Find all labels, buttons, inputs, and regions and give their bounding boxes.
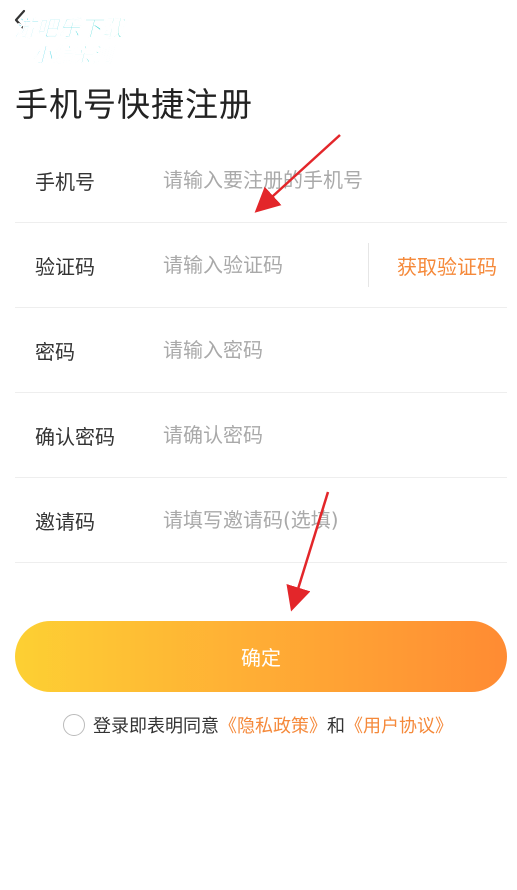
password-label: 密码 xyxy=(35,339,75,364)
code-label: 验证码 xyxy=(35,254,95,279)
registration-form: 手机号 验证码 获取验证码 密码 确认密码 邀请码 xyxy=(15,138,507,563)
invite-row: 邀请码 xyxy=(15,478,507,563)
phone-label: 手机号 xyxy=(35,169,95,194)
confirm-button[interactable]: 确定 xyxy=(15,621,507,692)
watermark-logo: 游吧乐下载 小编亲测 xyxy=(14,17,128,68)
code-input[interactable] xyxy=(163,253,368,277)
user-agreement-link[interactable]: 《用户协议》 xyxy=(345,712,453,738)
phone-row: 手机号 xyxy=(15,138,507,223)
get-code-button[interactable]: 获取验证码 xyxy=(397,251,507,280)
page-title: 手机号快捷注册 xyxy=(15,85,253,124)
invite-label: 邀请码 xyxy=(35,509,95,534)
agree-radio[interactable] xyxy=(63,714,85,736)
invite-input[interactable] xyxy=(163,508,507,532)
confirm-password-input[interactable] xyxy=(163,423,507,447)
code-divider xyxy=(368,243,369,287)
password-input[interactable] xyxy=(163,338,507,362)
watermark-line2: 小编亲测 xyxy=(32,43,116,67)
agreement-prefix: 登录即表明同意 xyxy=(93,716,219,737)
phone-input[interactable] xyxy=(163,168,507,192)
confirm-password-label: 确认密码 xyxy=(35,424,115,449)
privacy-policy-link[interactable]: 《隐私政策》 xyxy=(219,712,327,738)
agreement: 登录即表明同意 《隐私政策》 和 《用户协议》 xyxy=(63,712,453,738)
watermark-line1: 游吧乐下载 xyxy=(14,17,127,42)
password-row: 密码 xyxy=(15,308,507,393)
code-row: 验证码 获取验证码 xyxy=(15,223,507,308)
confirm-password-row: 确认密码 xyxy=(15,393,507,478)
agreement-conjunction: 和 xyxy=(327,716,345,737)
